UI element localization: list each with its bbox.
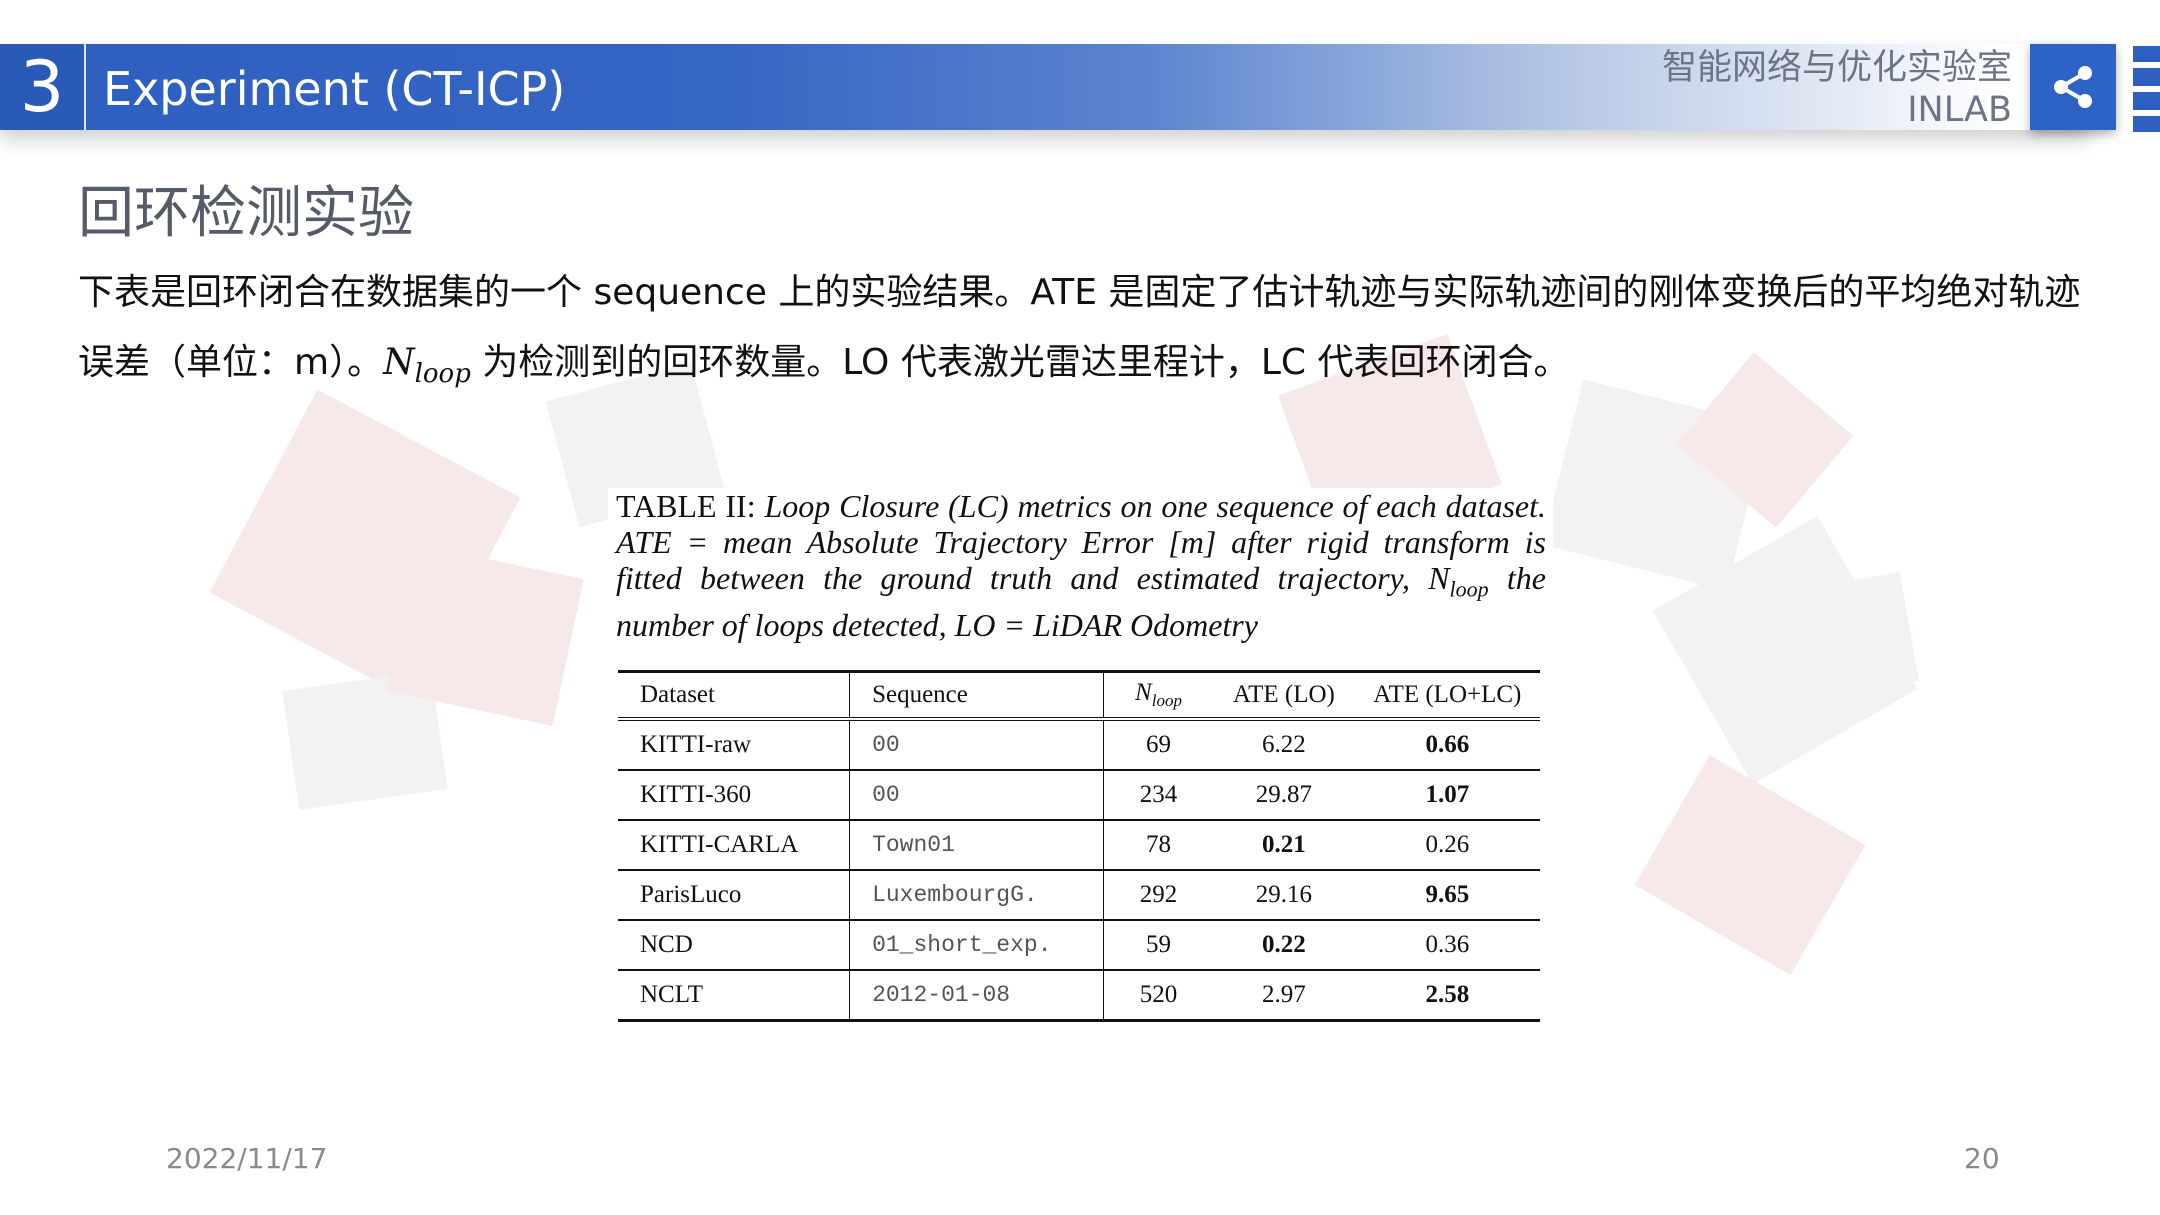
table-row: NCD 01_short_exp. 59 0.22 0.36 <box>618 920 1540 970</box>
cell-ate-lo: 6.22 <box>1261 731 1306 758</box>
cell-ate-lo: 29.16 <box>1255 881 1312 908</box>
col-nloop: Nloop <box>1104 672 1214 720</box>
caption-label: TABLE II: <box>616 488 756 524</box>
cell-ate-lolc: 0.36 <box>1425 931 1470 958</box>
cell-nloop: 59 <box>1146 931 1171 958</box>
description-segment: 为检测到的回环数量。LO 代表激光雷达里程计，LC 代表回环闭合。 <box>470 342 1570 383</box>
col-nloop-sub: loop <box>1151 691 1182 710</box>
cell-nloop: 78 <box>1146 831 1171 858</box>
description-line-1: 下表是回环闭合在数据集的一个 sequence 上的实验结果。ATE 是固定了估… <box>78 272 2081 313</box>
cell-ate-lolc: 2.58 <box>1425 981 1470 1008</box>
cell-nloop: 292 <box>1139 881 1178 908</box>
col-ate-lo: ATE (LO) <box>1232 681 1335 708</box>
nloop-symbol: N <box>383 342 415 383</box>
cell-ate-lo: 2.97 <box>1261 981 1306 1008</box>
table-row: NCLT 2012-01-08 520 2.97 2.58 <box>618 970 1540 1021</box>
table-row: KITTI-360 00 234 29.87 1.07 <box>618 770 1540 820</box>
table-caption: TABLE II: Loop Closure (LC) metrics on o… <box>616 488 1546 643</box>
table-header-row: Dataset Sequence Nloop ATE (LO) ATE (LO+… <box>618 671 1540 720</box>
edge-decoration <box>2133 68 2160 86</box>
cell-nloop: 520 <box>1139 981 1178 1008</box>
cell-ate-lolc: 1.07 <box>1425 781 1470 808</box>
slide-title: Experiment (CT-ICP) <box>103 62 566 116</box>
cell-sequence: 00 <box>849 719 1104 770</box>
cell-ate-lolc: 0.26 <box>1425 831 1470 858</box>
caption-subscript: loop <box>1449 576 1489 602</box>
table-row: KITTI-raw 00 69 6.22 0.66 <box>618 719 1540 770</box>
col-dataset: Dataset <box>640 681 715 708</box>
lab-abbrev: INLAB <box>1907 90 2012 130</box>
share-button[interactable] <box>2030 44 2116 130</box>
cell-sequence: 00 <box>849 770 1104 820</box>
col-nloop-symbol: N <box>1135 679 1152 706</box>
cell-sequence: 2012-01-08 <box>849 970 1104 1021</box>
cell-dataset: NCD <box>640 931 693 958</box>
section-heading: 回环检测实验 <box>78 181 414 246</box>
cell-sequence: LuxembourgG. <box>849 870 1104 920</box>
cell-ate-lo: 29.87 <box>1255 781 1312 808</box>
edge-decoration <box>2133 116 2160 132</box>
col-sequence: Sequence <box>849 671 1104 719</box>
edge-decoration <box>2133 92 2160 110</box>
table-row: KITTI-CARLA Town01 78 0.21 0.26 <box>618 820 1540 870</box>
share-icon <box>2054 66 2092 108</box>
cell-dataset: KITTI-CARLA <box>640 831 799 858</box>
page-number: 20 <box>1964 1142 2000 1175</box>
table-row: ParisLuco LuxembourgG. 292 29.16 9.65 <box>618 870 1540 920</box>
edge-decoration <box>2133 46 2160 62</box>
col-ate-lolc: ATE (LO+LC) <box>1373 681 1522 708</box>
cell-ate-lolc: 0.66 <box>1425 731 1470 758</box>
cell-ate-lo: 0.21 <box>1261 831 1306 858</box>
description-segment: 误差（单位：m）。 <box>78 342 384 383</box>
description-line-2: 误差（单位：m）。Nloop 为检测到的回环数量。LO 代表激光雷达里程计，LC… <box>78 328 2118 409</box>
cell-dataset: NCLT <box>640 981 703 1008</box>
cell-dataset: KITTI-360 <box>640 781 752 808</box>
table-figure: TABLE II: Loop Closure (LC) metrics on o… <box>608 488 1553 1023</box>
cell-ate-lolc: 9.65 <box>1425 881 1470 908</box>
lab-name: 智能网络与优化实验室 <box>1661 48 2012 88</box>
cell-sequence: 01_short_exp. <box>849 920 1104 970</box>
cell-dataset: KITTI-raw <box>640 731 752 758</box>
cell-nloop: 69 <box>1146 731 1171 758</box>
results-table: Dataset Sequence Nloop ATE (LO) ATE (LO+… <box>618 670 1540 1022</box>
section-number: 3 <box>0 44 86 130</box>
caption-text: Loop Closure (LC) metrics on one sequenc… <box>616 488 1546 596</box>
cell-nloop: 234 <box>1139 781 1178 808</box>
cell-dataset: ParisLuco <box>640 881 742 908</box>
cell-ate-lo: 0.22 <box>1261 931 1306 958</box>
nloop-subscript: loop <box>414 359 471 390</box>
footer-date: 2022/11/17 <box>166 1142 328 1175</box>
description-text: 下表是回环闭合在数据集的一个 sequence 上的实验结果。ATE 是固定了估… <box>78 258 2118 409</box>
cell-sequence: Town01 <box>849 820 1104 870</box>
